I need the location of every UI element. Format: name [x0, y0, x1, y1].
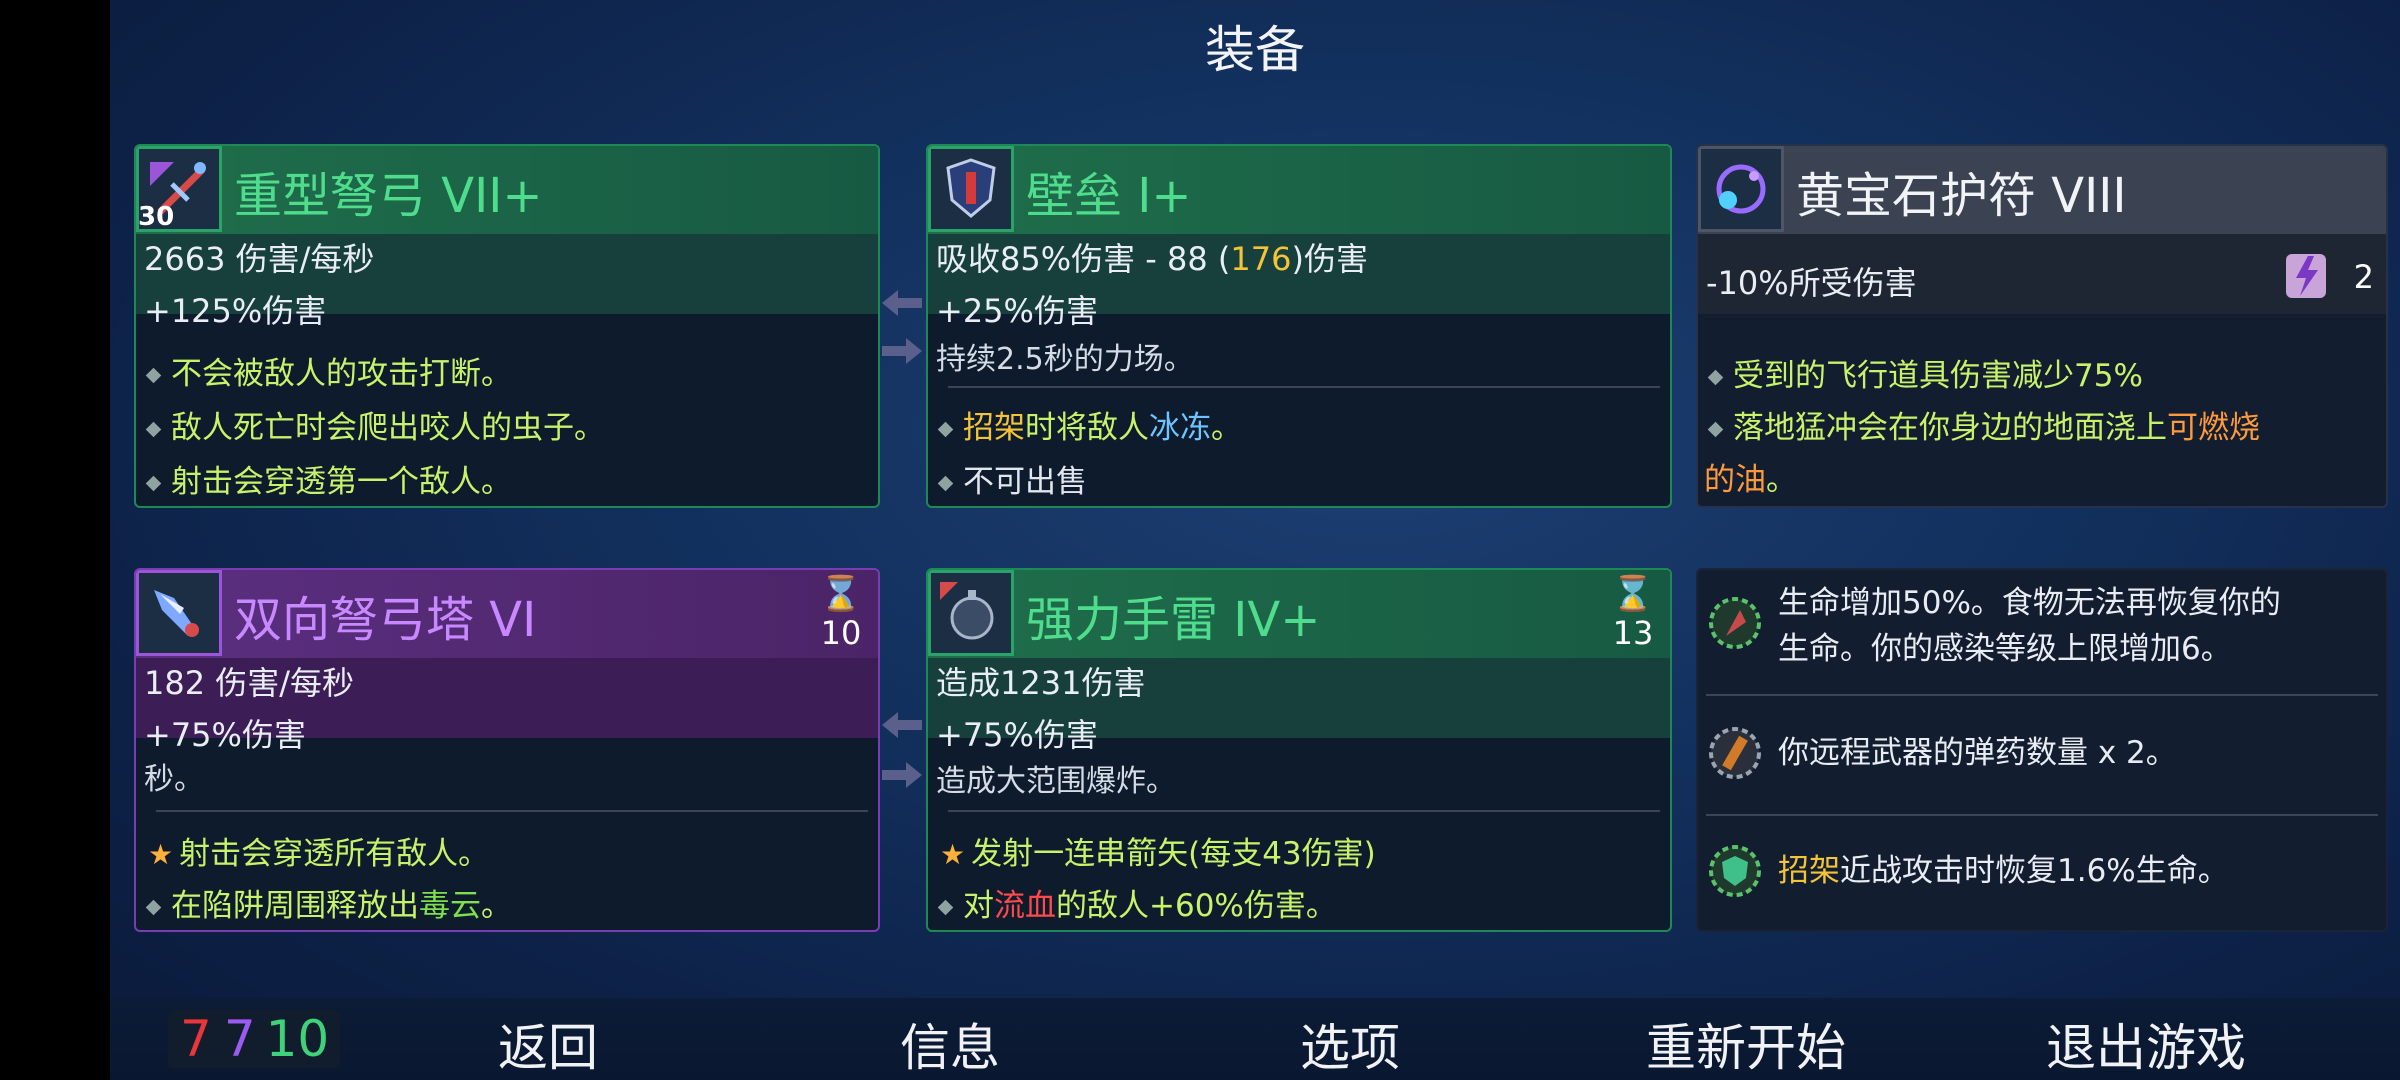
star-icon: ★ [940, 838, 966, 871]
survival-stat: 10 [265, 1010, 330, 1068]
item-name: 双向弩弓塔 VI [234, 592, 537, 648]
list-item: ★ 发射一连串箭矢(每支43伤害) [940, 836, 1376, 872]
skill-card-double-crossbow[interactable]: 双向弩弓塔 VI ⌛ 10 182 伤害/每秒 +75%伤害 秒。 ★ 射击会穿透所… [134, 568, 880, 932]
nav-back-button[interactable]: 返回 [358, 1008, 738, 1080]
level-badge: 30 [138, 202, 175, 232]
divider [156, 810, 868, 812]
mutation-item[interactable]: 招架近战攻击时恢复1.6%生命。 [1698, 824, 2386, 924]
shield-icon [928, 146, 1014, 232]
shield-card-rampart[interactable]: 壁垒 I+ 吸收85%伤害 - 88 (176)伤害 +25%伤害 持续2.5秒… [926, 144, 1672, 508]
star-icon: ★ [148, 838, 174, 871]
scroll-count: 2 [2353, 258, 2374, 296]
nav-options-button[interactable]: 选项 [1290, 1008, 1410, 1080]
list-item: ★ 射击会穿透所有敌人。 [148, 836, 490, 872]
mutation-item[interactable]: 你远程武器的弹药数量 x 2。 [1698, 704, 2386, 804]
amulet-icon [1698, 146, 1784, 232]
damage-stat: 造成1231伤害 [936, 664, 1146, 702]
swap-right-arrow-icon[interactable] [882, 338, 922, 364]
absorb-stat: 吸收85%伤害 - 88 (176)伤害 [936, 240, 1368, 278]
dps-stat: 2663 伤害/每秒 [144, 240, 375, 278]
list-item: 招架时将敌人冰冻。 [937, 402, 1242, 447]
list-item: 受到的飞行道具伤害减少75% [1707, 350, 2143, 395]
weapon-card-heavy-crossbow[interactable]: 30 重型弩弓 VII+ 2663 伤害/每秒 +125%伤害 不会被敌人的攻击… [134, 144, 880, 508]
page-title: 装备 [1205, 21, 1305, 79]
divider [948, 810, 1660, 812]
damage-reduction: -10%所受伤害 [1706, 264, 1917, 302]
list-item: 射击会穿透第一个敌人。 [145, 456, 512, 501]
grenade-icon [928, 570, 1014, 656]
bullet-icon [145, 367, 162, 384]
bullet-icon [1707, 369, 1724, 386]
item-description: 造成大范围爆炸。 [936, 764, 1176, 799]
item-description: 秒。 [144, 762, 204, 797]
scroll-icon [2278, 246, 2336, 304]
divider [948, 386, 1660, 388]
list-item: 敌人死亡时会爬出咬人的虫子。 [145, 402, 605, 447]
stats-display: 7 7 10 [168, 1010, 340, 1068]
divider [1706, 694, 2378, 696]
hourglass-icon: ⌛ [819, 574, 863, 614]
cooldown-timer: ⌛ 10 [816, 574, 866, 652]
nav-info-button[interactable]: 信息 [890, 1008, 1010, 1080]
bullet-icon [937, 475, 954, 492]
bullet-icon [937, 421, 954, 438]
tactics-stat: 7 [223, 1010, 256, 1068]
swap-left-arrow-icon[interactable] [882, 290, 922, 316]
item-name: 重型弩弓 VII+ [234, 168, 543, 224]
bullet-icon [1707, 421, 1724, 438]
brutality-stat: 7 [180, 1010, 212, 1068]
amulet-card-topaz[interactable]: 黄宝石护符 VIII -10%所受伤害 2 受到的飞行道具伤害减少75% 落地猛… [1696, 144, 2388, 508]
mutation-item[interactable]: 生命增加50%。食物无法再恢复你的 生命。你的感染等级上限增加6。 [1698, 570, 2386, 684]
list-item: 在陷阱周围释放出毒云。 [145, 880, 512, 925]
bullet-icon [937, 899, 954, 916]
nav-restart-button[interactable]: 重新开始 [1636, 1008, 1856, 1080]
mutation-icon [1709, 597, 1761, 649]
mutation-icon [1709, 845, 1761, 897]
nav-quit-button[interactable]: 退出游戏 [2036, 1008, 2256, 1080]
list-item: 不会被敌人的攻击打断。 [145, 348, 512, 393]
damage-bonus: +25%伤害 [936, 292, 1098, 330]
damage-bonus: +75%伤害 [936, 716, 1098, 754]
turret-icon [136, 570, 222, 656]
hourglass-icon: ⌛ [1611, 574, 1655, 614]
swap-right-arrow-icon[interactable] [882, 762, 922, 788]
item-name: 黄宝石护符 VIII [1796, 168, 2127, 224]
mutation-icon [1709, 727, 1761, 779]
bullet-icon [145, 899, 162, 916]
equipment-screen: 装备 30 重型弩弓 VII+ 2663 伤害/每秒 +125%伤害 不会被敌人… [110, 0, 2400, 1080]
list-item: 落地猛冲会在你身边的地面浇上可燃烧 [1707, 402, 2260, 447]
list-item-continued: 的油。 [1704, 462, 1797, 498]
divider [1706, 814, 2378, 816]
damage-bonus: +75%伤害 [144, 716, 306, 754]
left-black-bar [0, 0, 110, 1080]
swap-left-arrow-icon[interactable] [882, 712, 922, 738]
cooldown-timer: ⌛ 13 [1608, 574, 1658, 652]
list-item: 不可出售 [937, 456, 1087, 501]
mutations-panel: 生命增加50%。食物无法再恢复你的 生命。你的感染等级上限增加6。 你远程武器的弹… [1696, 568, 2388, 932]
bottom-nav-bar: 7 7 10 返回 信息 选项 重新开始 退出游戏 [110, 998, 2400, 1080]
dps-stat: 182 伤害/每秒 [144, 664, 355, 702]
item-description: 持续2.5秒的力场。 [936, 342, 1194, 377]
damage-bonus: +125%伤害 [144, 292, 327, 330]
list-item: 对流血的敌人+60%伤害。 [937, 880, 1337, 925]
skill-card-powerful-grenade[interactable]: 强力手雷 IV+ ⌛ 13 造成1231伤害 +75%伤害 造成大范围爆炸。 ★ 发… [926, 568, 1672, 932]
bullet-icon [145, 421, 162, 438]
bullet-icon [145, 475, 162, 492]
item-name: 壁垒 I+ [1026, 168, 1192, 224]
item-name: 强力手雷 IV+ [1026, 592, 1321, 648]
